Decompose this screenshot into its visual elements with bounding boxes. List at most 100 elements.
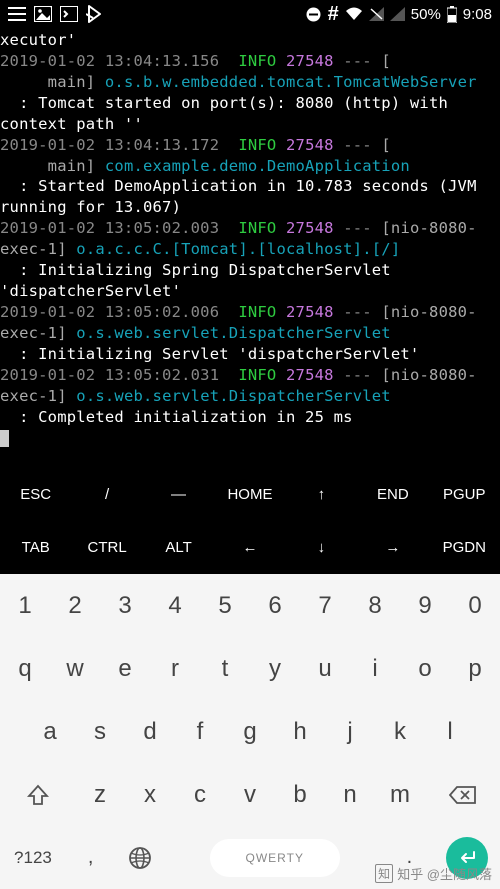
battery-percent: 50%	[411, 6, 441, 23]
battery-icon	[447, 6, 457, 23]
key-shift[interactable]	[0, 763, 75, 826]
key-l[interactable]: l	[425, 700, 475, 763]
log-msg: : Tomcat started on port(s): 8080 (http)…	[0, 94, 458, 133]
log-thread: main]	[0, 157, 95, 175]
key-n[interactable]: n	[325, 763, 375, 826]
log-class: o.s.web.servlet.DispatcherServlet	[76, 324, 391, 342]
log-msg: : Initializing Servlet 'dispatcherServle…	[0, 345, 419, 363]
log-timestamp: 2019-01-02 13:04:13.172	[0, 136, 219, 154]
key-u[interactable]: u	[300, 637, 350, 700]
key-5[interactable]: 5	[200, 574, 250, 637]
key-m[interactable]: m	[375, 763, 425, 826]
key-3[interactable]: 3	[100, 574, 150, 637]
key-b[interactable]: b	[275, 763, 325, 826]
key-d[interactable]: d	[125, 700, 175, 763]
key-end[interactable]: END	[357, 468, 428, 521]
key-j[interactable]: j	[325, 700, 375, 763]
key-home[interactable]: HOME	[214, 468, 285, 521]
log-timestamp: 2019-01-02 13:05:02.006	[0, 303, 219, 321]
log-timestamp: 2019-01-02 13:05:02.003	[0, 219, 219, 237]
kb-row-zxcv: z x c v b n m	[0, 763, 500, 826]
log-pid: 27548	[286, 366, 334, 384]
key-h[interactable]: h	[275, 700, 325, 763]
key-p[interactable]: p	[450, 637, 500, 700]
key-o[interactable]: o	[400, 637, 450, 700]
key-alt[interactable]: ALT	[143, 521, 214, 574]
key-space[interactable]: QWERTY	[165, 826, 385, 889]
log-thread: [	[381, 52, 391, 70]
log-msg: : Completed initialization in 25 ms	[0, 408, 353, 426]
key-7[interactable]: 7	[300, 574, 350, 637]
log-pid: 27548	[286, 136, 334, 154]
extra-keys-row-2: TAB CTRL ALT ← ↓ → PGDN	[0, 521, 500, 574]
wifi-icon	[345, 7, 363, 21]
key-ctrl[interactable]: CTRL	[71, 521, 142, 574]
key-9[interactable]: 9	[400, 574, 450, 637]
key-comma[interactable]: ,	[66, 826, 115, 889]
menu-icon	[8, 7, 26, 21]
terminal-output[interactable]: xecutor' 2019-01-02 13:04:13.156 INFO 27…	[0, 28, 500, 468]
key-2[interactable]: 2	[50, 574, 100, 637]
key-y[interactable]: y	[250, 637, 300, 700]
key-k[interactable]: k	[375, 700, 425, 763]
key-up[interactable]: ↑	[286, 468, 357, 521]
signal-icon	[369, 7, 384, 21]
log-sep: ---	[343, 219, 372, 237]
key-z[interactable]: z	[75, 763, 125, 826]
signal2-icon	[390, 7, 405, 21]
log-class: o.s.web.servlet.DispatcherServlet	[76, 387, 391, 405]
key-slash[interactable]: /	[71, 468, 142, 521]
log-level: INFO	[238, 366, 276, 384]
status-left	[8, 5, 102, 23]
key-t[interactable]: t	[200, 637, 250, 700]
key-dash[interactable]: —	[143, 468, 214, 521]
key-x[interactable]: x	[125, 763, 175, 826]
key-q[interactable]: q	[0, 637, 50, 700]
log-pid: 27548	[286, 303, 334, 321]
key-g[interactable]: g	[225, 700, 275, 763]
key-0[interactable]: 0	[450, 574, 500, 637]
key-backspace[interactable]	[425, 763, 500, 826]
shift-icon	[27, 784, 49, 806]
space-label: QWERTY	[246, 851, 304, 865]
key-pgup[interactable]: PGUP	[429, 468, 500, 521]
play-icon	[86, 5, 102, 23]
key-e[interactable]: e	[100, 637, 150, 700]
key-6[interactable]: 6	[250, 574, 300, 637]
soft-keyboard: 1 2 3 4 5 6 7 8 9 0 q w e r t y u i o p …	[0, 574, 500, 889]
key-down[interactable]: ↓	[286, 521, 357, 574]
key-s[interactable]: s	[75, 700, 125, 763]
log-thread: [	[381, 136, 391, 154]
log-level: INFO	[238, 219, 276, 237]
extra-keys-row-1: ESC / — HOME ↑ END PGUP	[0, 468, 500, 521]
kb-row-qwerty: q w e r t y u i o p	[0, 637, 500, 700]
key-right[interactable]: →	[357, 521, 428, 574]
key-4[interactable]: 4	[150, 574, 200, 637]
key-i[interactable]: i	[350, 637, 400, 700]
key-1[interactable]: 1	[0, 574, 50, 637]
key-f[interactable]: f	[175, 700, 225, 763]
status-bar: # 50% 9:08	[0, 0, 500, 28]
key-left[interactable]: ←	[214, 521, 285, 574]
key-language[interactable]	[115, 826, 164, 889]
key-a[interactable]: a	[25, 700, 75, 763]
key-c[interactable]: c	[175, 763, 225, 826]
key-esc[interactable]: ESC	[0, 468, 71, 521]
log-class: o.a.c.c.C.[Tomcat].[localhost].[/]	[76, 240, 400, 258]
clock: 9:08	[463, 6, 492, 23]
key-r[interactable]: r	[150, 637, 200, 700]
log-class: o.s.b.w.embedded.tomcat.TomcatWebServer	[105, 73, 477, 91]
key-8[interactable]: 8	[350, 574, 400, 637]
zhihu-icon: 知	[375, 864, 393, 883]
log-thread: main]	[0, 73, 95, 91]
terminal-icon	[60, 6, 78, 22]
key-pgdn[interactable]: PGDN	[429, 521, 500, 574]
key-v[interactable]: v	[225, 763, 275, 826]
log-timestamp: 2019-01-02 13:04:13.156	[0, 52, 219, 70]
key-w[interactable]: w	[50, 637, 100, 700]
key-symbols[interactable]: ?123	[0, 826, 66, 889]
log-class: com.example.demo.DemoApplication	[105, 157, 410, 175]
image-icon	[34, 6, 52, 22]
key-tab[interactable]: TAB	[0, 521, 71, 574]
log-sep: ---	[343, 136, 372, 154]
